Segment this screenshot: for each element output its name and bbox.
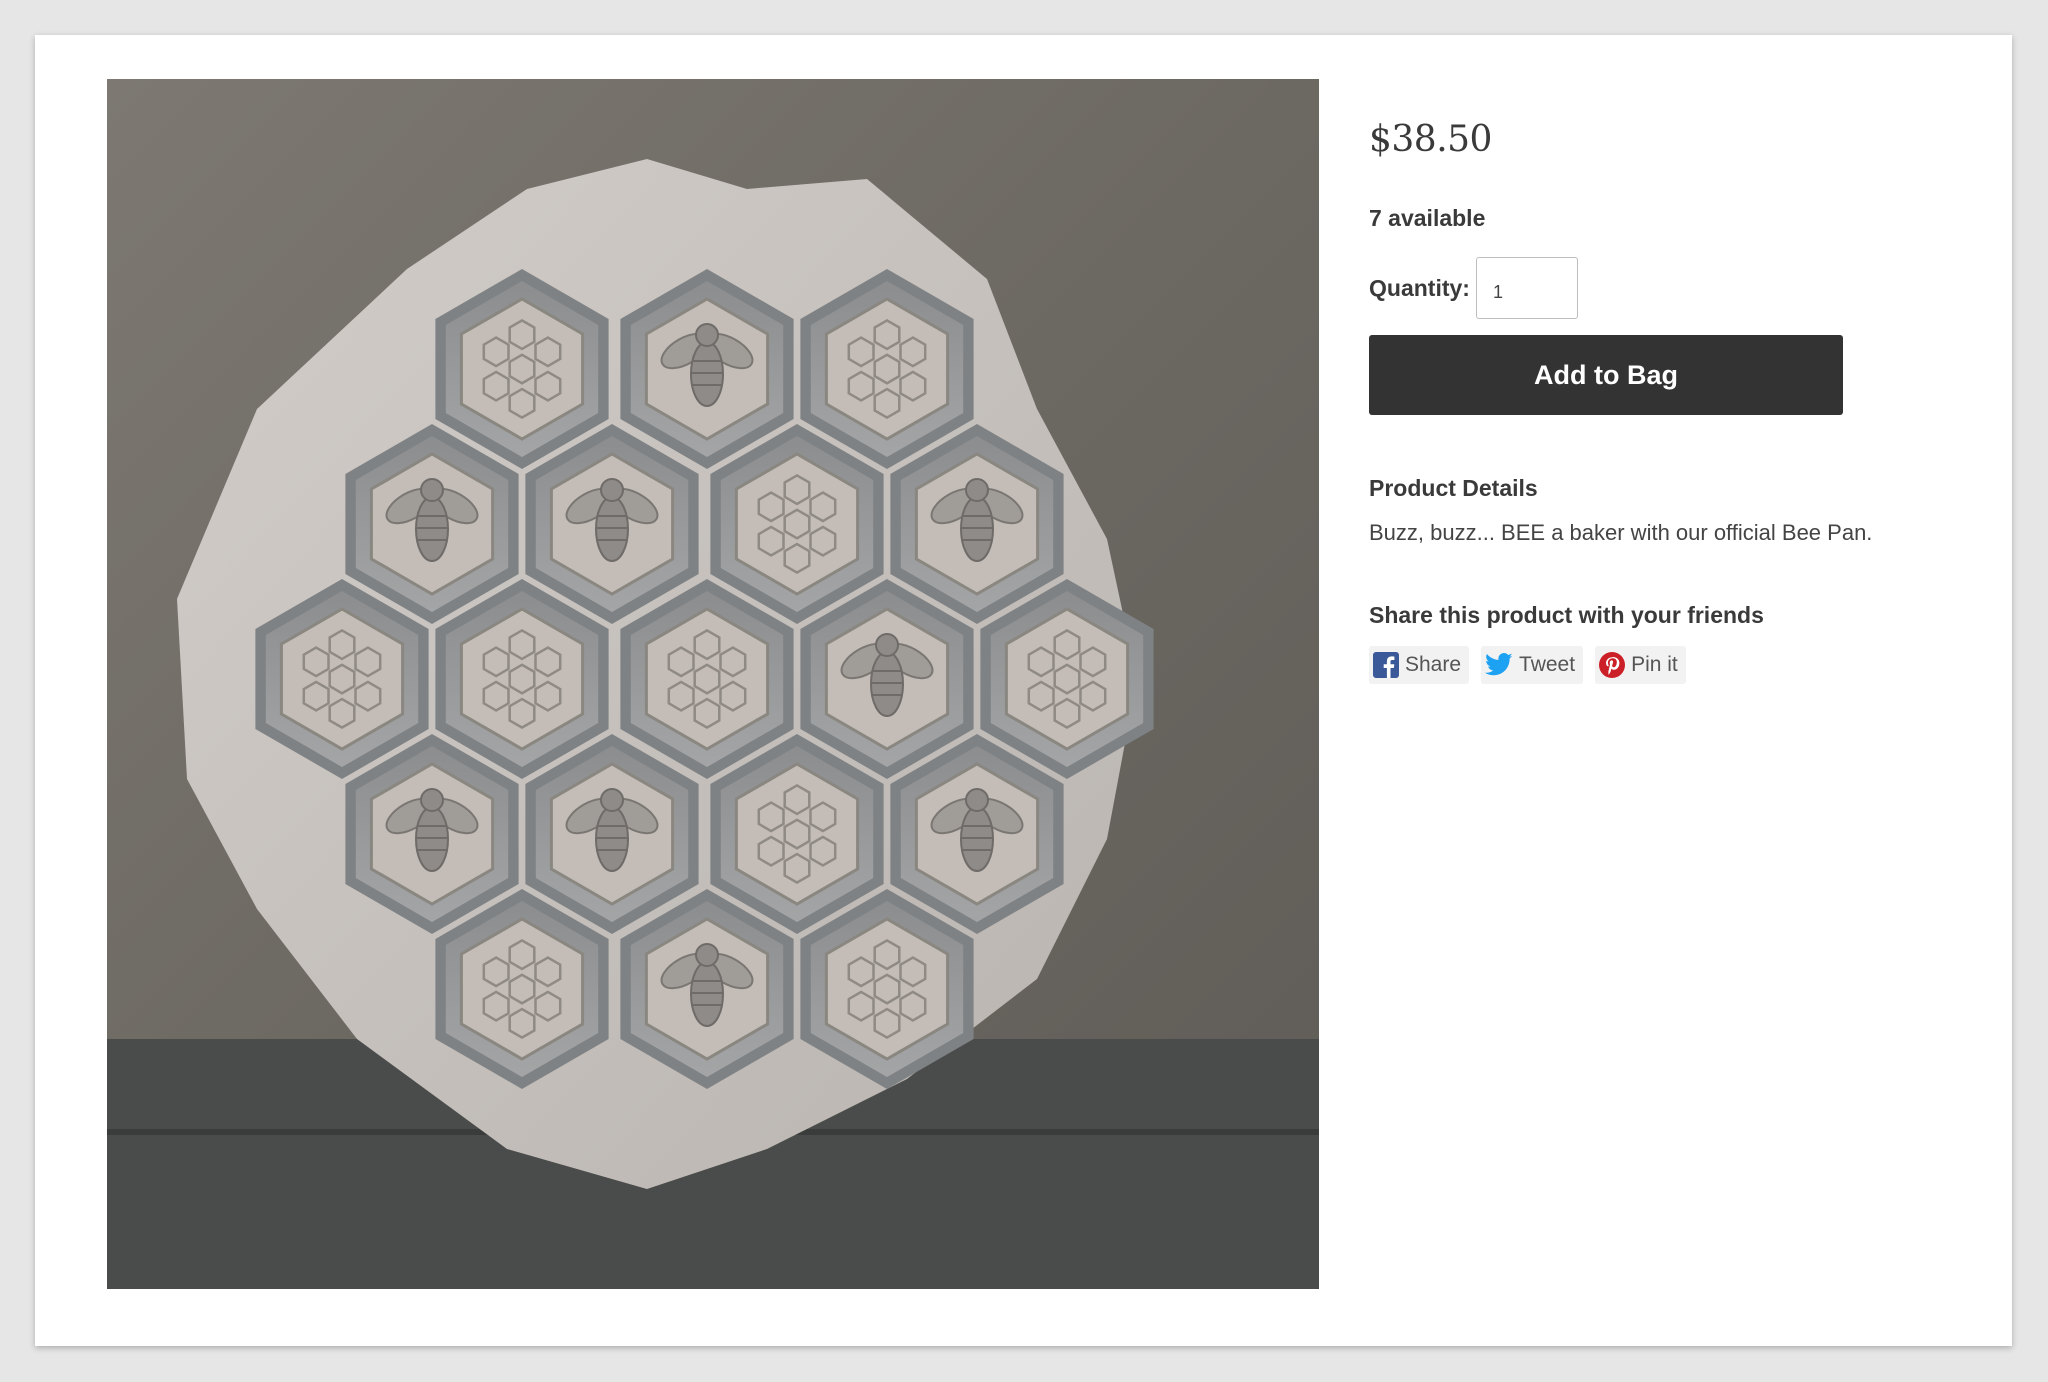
twitter-icon xyxy=(1485,653,1513,676)
pinterest-pin-label: Pin it xyxy=(1631,653,1678,676)
product-page: $38.50 7 available Quantity: Add to Bag … xyxy=(35,35,2012,1346)
quantity-input[interactable] xyxy=(1475,257,1578,319)
bee-pan-photo xyxy=(107,79,1319,1289)
share-buttons: Share Tweet Pin it xyxy=(1369,646,1969,684)
add-to-bag-button[interactable]: Add to Bag xyxy=(1369,335,1843,415)
pinterest-pin-button[interactable]: Pin it xyxy=(1595,646,1686,684)
product-price: $38.50 xyxy=(1369,119,1492,160)
quantity-label: Quantity: xyxy=(1369,274,1470,301)
product-description: Buzz, buzz... BEE a baker with our offic… xyxy=(1369,520,1873,545)
twitter-tweet-button[interactable]: Tweet xyxy=(1481,646,1584,684)
product-details-heading: Product Details xyxy=(1369,475,1538,501)
facebook-share-label: Share xyxy=(1405,653,1462,676)
facebook-share-button[interactable]: Share xyxy=(1369,646,1470,684)
pinterest-icon xyxy=(1599,652,1626,678)
share-heading: Share this product with your friends xyxy=(1369,602,1764,628)
product-image[interactable] xyxy=(107,79,1319,1289)
facebook-icon xyxy=(1373,652,1399,678)
availability-label: 7 available xyxy=(1369,205,1486,231)
twitter-tweet-label: Tweet xyxy=(1519,653,1576,676)
quantity-row: Quantity: xyxy=(1369,257,1969,319)
product-info: $38.50 7 available Quantity: Add to Bag … xyxy=(1369,79,1969,684)
